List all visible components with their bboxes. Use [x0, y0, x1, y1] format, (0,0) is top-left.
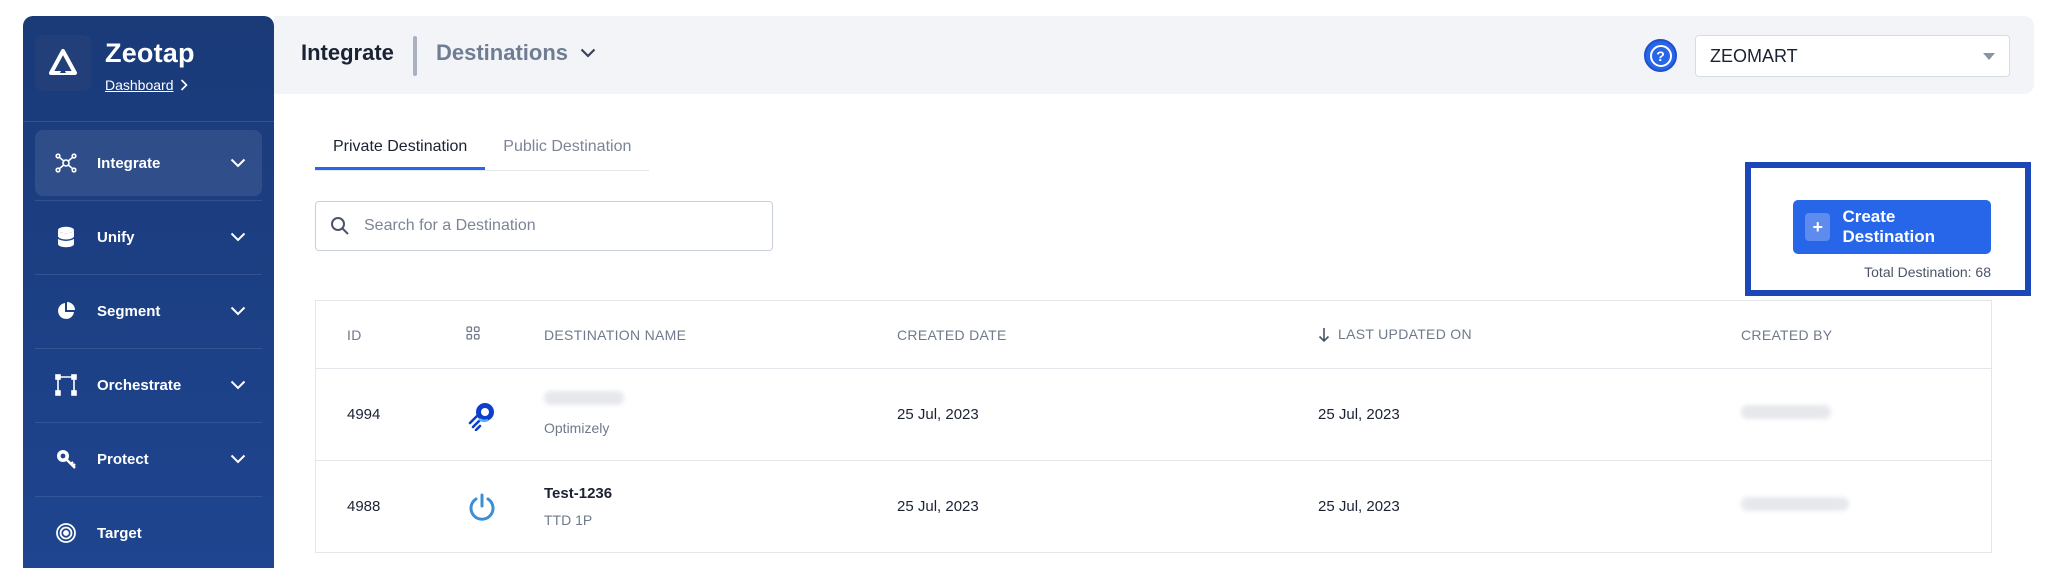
- create-destination-button[interactable]: + Create Destination: [1793, 200, 1991, 254]
- optimizely-icon: [466, 399, 498, 436]
- chevron-down-icon[interactable]: [228, 449, 248, 469]
- organization-select-value: ZEOMART: [1710, 45, 1798, 66]
- destination-type: TTD 1P: [544, 512, 593, 528]
- sidebar-item-orchestrate[interactable]: Orchestrate: [35, 352, 262, 423]
- redacted-name: [544, 391, 624, 410]
- orchestrate-icon: [53, 372, 79, 398]
- destinations-label: Destinations: [436, 40, 569, 65]
- create-destination-label: Create Destination: [1842, 207, 1936, 246]
- header-last-updated-label: LAST UPDATED ON: [1338, 325, 1472, 342]
- chevron-down-icon[interactable]: [228, 375, 248, 395]
- destination-tabs: Private Destination Public Destination: [315, 132, 650, 171]
- created-date: 25 Jul, 2023: [897, 498, 979, 515]
- target-icon: [53, 520, 79, 546]
- search-box: [315, 201, 773, 251]
- header-created-by[interactable]: CREATED BY: [1741, 327, 1832, 343]
- header-divider: [413, 36, 417, 76]
- organization-select[interactable]: ZEOMART: [1695, 35, 2010, 77]
- tab-public-destination[interactable]: Public Destination: [485, 132, 649, 170]
- chevron-down-icon[interactable]: [228, 301, 248, 321]
- sidebar-item-label: Unify: [97, 228, 135, 246]
- pie-chart-icon: [53, 298, 79, 324]
- sidebar-item-label: Orchestrate: [97, 376, 182, 394]
- created-date: 25 Jul, 2023: [897, 406, 979, 423]
- sidebar-item-unify[interactable]: Unify: [35, 204, 262, 275]
- question-mark-icon: ?: [1649, 44, 1672, 67]
- table-row[interactable]: 4988 Test-1236 TTD 1P 25 Jul, 2023 25 Ju…: [316, 461, 1991, 553]
- destination-name: Test-1236: [544, 485, 613, 502]
- grid-icon[interactable]: [466, 326, 480, 343]
- database-icon: [53, 224, 79, 250]
- created-by-redacted: [1741, 497, 1849, 516]
- row-id: 4994: [347, 406, 381, 423]
- chevron-down-icon[interactable]: [228, 227, 248, 247]
- created-by-redacted: [1741, 405, 1831, 424]
- sidebar-nav: Integrate Unify Segment Orchestrate Prot…: [23, 122, 274, 566]
- search-icon: [331, 217, 349, 235]
- arrow-down-icon: [1318, 327, 1330, 343]
- table-row[interactable]: 4994 Optimizely 25 Jul, 2023 25 Jul, 202…: [316, 369, 1991, 461]
- destination-name-cell: Optimizely: [544, 391, 624, 436]
- header-id[interactable]: ID: [347, 327, 362, 343]
- help-button[interactable]: ?: [1644, 39, 1677, 72]
- protect-icon: [53, 446, 79, 472]
- destination-type: Optimizely: [544, 420, 610, 436]
- top-header: Integrate Destinations ? ZEOMART: [274, 16, 2034, 94]
- destinations-dropdown[interactable]: Destinations: [436, 40, 596, 66]
- destination-name-cell: Test-1236 TTD 1P: [544, 485, 612, 528]
- caret-down-icon: [1983, 52, 1995, 60]
- integrate-icon: [53, 150, 79, 176]
- page-title: Integrate: [301, 40, 394, 65]
- header-last-updated[interactable]: LAST UPDATED ON: [1318, 326, 1472, 343]
- sidebar-item-target[interactable]: Target: [35, 500, 262, 566]
- dashboard-link[interactable]: Dashboard: [105, 77, 195, 93]
- row-id: 4988: [347, 498, 381, 515]
- brand-name: Zeotap: [105, 38, 195, 68]
- sidebar-item-label: Protect: [97, 450, 149, 468]
- header-created-date[interactable]: CREATED DATE: [897, 327, 1007, 343]
- chevron-right-icon: [180, 79, 188, 91]
- sidebar-item-integrate[interactable]: Integrate: [35, 130, 262, 201]
- last-updated: 25 Jul, 2023: [1318, 406, 1400, 423]
- search-input[interactable]: [364, 217, 758, 235]
- header-destination-name[interactable]: DESTINATION NAME: [544, 327, 686, 343]
- plus-icon: +: [1805, 213, 1831, 241]
- sidebar-item-label: Integrate: [97, 154, 161, 172]
- chevron-down-icon: [580, 48, 596, 58]
- tab-private-destination[interactable]: Private Destination: [315, 132, 486, 170]
- brand: Zeotap Dashboard: [23, 16, 274, 122]
- total-destination-count: Total Destination: 68: [1864, 264, 1991, 280]
- sidebar-item-segment[interactable]: Segment: [35, 278, 262, 349]
- zeotap-logo-icon[interactable]: [35, 35, 91, 91]
- table-header: ID DESTINATION NAME CREATED DATE LAST UP…: [316, 301, 1991, 369]
- sidebar-item-protect[interactable]: Protect: [35, 426, 262, 497]
- dashboard-link-label: Dashboard: [105, 77, 174, 93]
- power-icon: [466, 491, 498, 528]
- chevron-down-icon[interactable]: [228, 153, 248, 173]
- sidebar-item-label: Target: [97, 524, 142, 542]
- sidebar-item-label: Segment: [97, 302, 161, 320]
- destinations-table: ID DESTINATION NAME CREATED DATE LAST UP…: [315, 300, 1992, 553]
- sidebar: Zeotap Dashboard Integrate Unify Segment…: [23, 16, 274, 568]
- last-updated: 25 Jul, 2023: [1318, 498, 1400, 515]
